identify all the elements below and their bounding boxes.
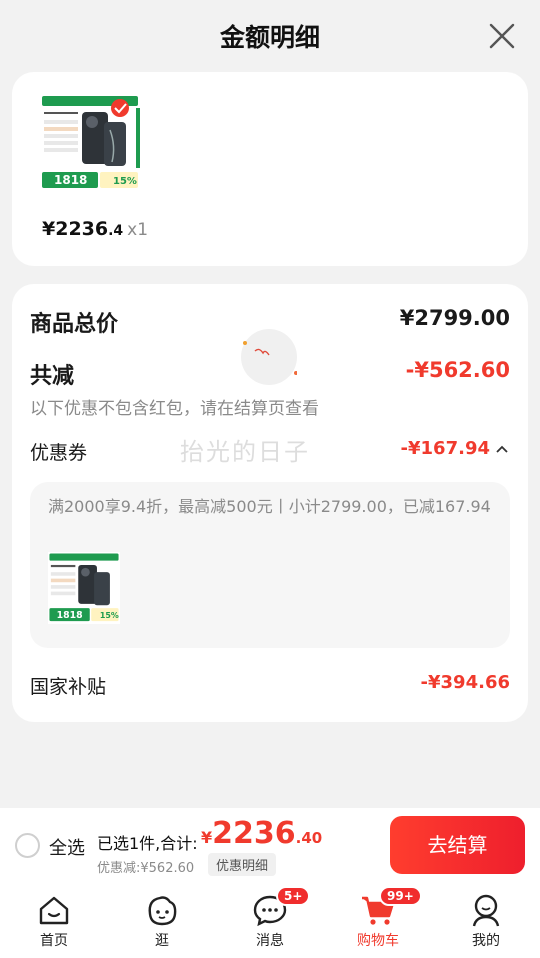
coupon-value-wrap: -¥167.94	[401, 438, 508, 459]
checkout-total: ¥2236.40	[201, 816, 322, 851]
tab-home[interactable]: 首页	[0, 884, 108, 958]
tab-profile[interactable]: 我的	[432, 884, 540, 958]
checkout-total-int: 2236	[212, 816, 296, 851]
selected-count-text: 已选1件,合计:	[97, 834, 198, 853]
national-subsidy-value: -¥394.66	[420, 672, 510, 693]
product-price-decimal: .4	[108, 223, 124, 239]
tab-messages[interactable]: 5+ 消息	[216, 884, 324, 958]
spinner-icon	[243, 341, 298, 375]
product-quantity: x1	[127, 220, 149, 240]
tab-browse-label: 逛	[155, 933, 169, 949]
select-all-checkbox[interactable]	[15, 833, 40, 858]
page-title: 金额明细	[219, 23, 320, 52]
svg-text:1818: 1818	[54, 173, 87, 187]
checkout-button[interactable]: 去结算	[390, 816, 525, 874]
product-price-main: ¥2236	[42, 218, 109, 240]
coupon-value: -¥167.94	[400, 438, 490, 459]
chevron-up-icon[interactable]	[496, 445, 508, 453]
message-badge: 5+	[276, 886, 311, 906]
svg-text:15%: 15%	[113, 176, 137, 187]
total-price-value: ¥2799.00	[399, 306, 510, 330]
bottom-tab-bar: 首页 逛 5+ 消息 99+ 购物车 我的	[0, 884, 540, 958]
product-card: 1818 15% ¥2236.4 x1	[12, 72, 528, 266]
checkout-currency: ¥	[201, 828, 213, 847]
profile-icon	[472, 894, 500, 927]
tab-browse[interactable]: 逛	[108, 884, 216, 958]
tab-cart[interactable]: 99+ 购物车	[324, 884, 432, 958]
coupon-description: 满2000享9.4折，最高减500元丨小计2799.00，已减167.94	[48, 497, 491, 516]
coupon-product-image: 1818 15%	[48, 552, 120, 624]
discount-detail-button[interactable]: 优惠明细	[208, 853, 277, 876]
national-subsidy-row: 国家补贴 -¥394.66	[30, 672, 510, 702]
svg-text:15%: 15%	[100, 611, 119, 620]
cart-badge: 99+	[379, 886, 422, 906]
checkout-total-dec: .40	[295, 829, 323, 847]
home-icon	[39, 896, 69, 925]
select-all-label[interactable]: 全选	[49, 834, 85, 860]
loading-spinner	[241, 329, 298, 385]
watermark: 抬光的日子	[180, 438, 310, 466]
tab-profile-label: 我的	[472, 933, 500, 949]
total-price-label: 商品总价	[30, 312, 119, 337]
coupon-label: 优惠券	[30, 442, 88, 464]
product-thumbnail[interactable]: 1818 15%	[40, 94, 152, 266]
total-reduce-value: -¥562.60	[405, 358, 510, 382]
coupon-detail-box: 满2000享9.4折，最高减500元丨小计2799.00，已减167.94 18…	[30, 482, 510, 648]
reduce-note: 以下优惠不包含红包，请在结算页查看	[30, 399, 319, 419]
browse-face-icon	[148, 896, 177, 926]
svg-text:1818: 1818	[57, 610, 83, 621]
product-price: ¥2236.4 x1	[42, 218, 148, 240]
product-image: 1818 15%	[40, 94, 140, 194]
checkout-bar: 全选 已选1件,合计: ¥2236.40 优惠减:¥562.60 优惠明细 去结…	[0, 808, 540, 884]
close-icon[interactable]	[488, 22, 516, 50]
tab-messages-label: 消息	[256, 933, 284, 949]
tab-cart-label: 购物车	[357, 933, 399, 949]
top-bar: 金额明细	[0, 0, 540, 72]
national-subsidy-label: 国家补贴	[30, 676, 107, 698]
discount-text: 优惠减:¥562.60	[97, 861, 195, 876]
total-reduce-label: 共减	[30, 364, 75, 389]
tab-home-label: 首页	[40, 933, 68, 949]
